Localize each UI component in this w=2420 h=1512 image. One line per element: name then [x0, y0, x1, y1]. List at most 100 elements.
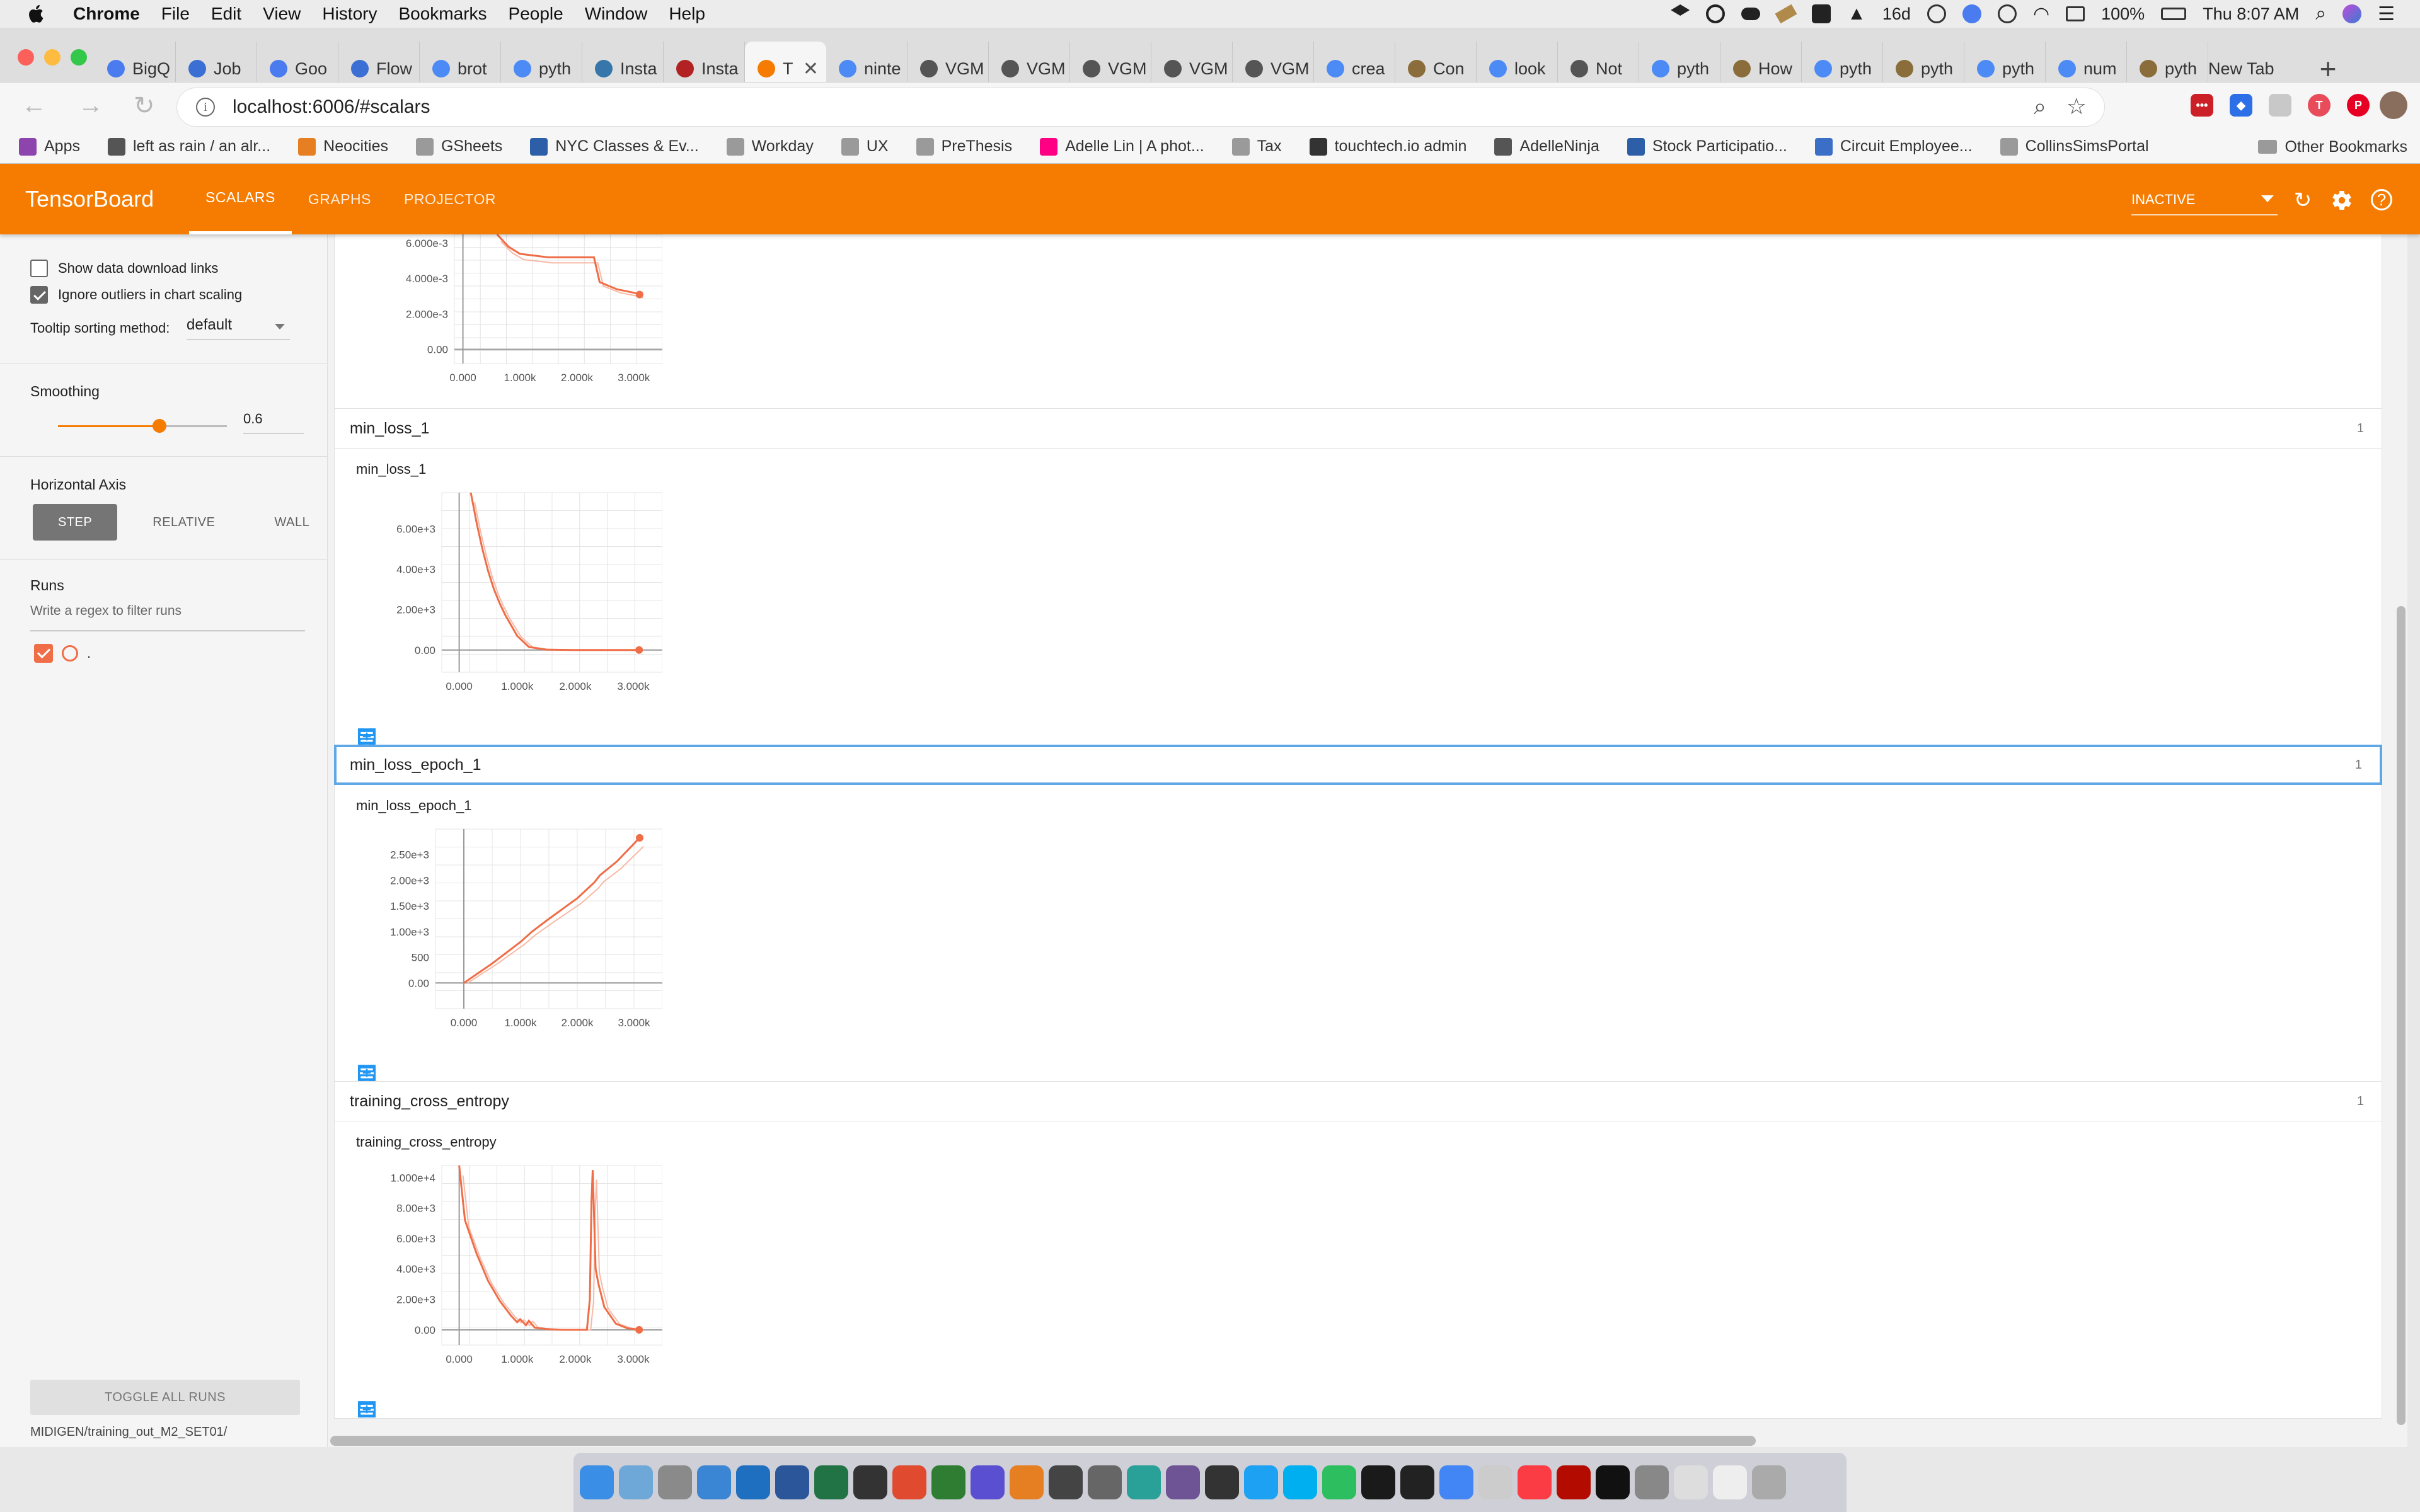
ignore-outliers-row[interactable]: Ignore outliers in chart scaling [30, 286, 242, 304]
line-chart[interactable]: 0.000 1.000k 2.000k 3.000k 0.00 2.00e+3 4.00e+… [347, 1153, 662, 1367]
bookmark-item[interactable]: GSheets [415, 137, 502, 156]
battery-icon[interactable] [2161, 8, 2187, 20]
ignore-outliers-checkbox[interactable] [30, 286, 48, 304]
bookmark-item[interactable]: CollinsSimsPortal [2000, 137, 2149, 156]
airplay-icon[interactable] [2066, 6, 2085, 21]
run-item[interactable]: . [34, 644, 91, 663]
show-download-links-row[interactable]: Show data download links [30, 260, 218, 277]
downloads-icon[interactable] [1713, 1465, 1747, 1499]
menu-history[interactable]: History [322, 4, 377, 24]
dropbox-icon[interactable] [1671, 4, 1690, 16]
pinterest-extension-icon[interactable]: P [2347, 94, 2370, 117]
finder-icon[interactable] [580, 1465, 614, 1499]
eraser-icon[interactable] [1775, 4, 1797, 24]
dropbox-extension-icon[interactable]: ◆ [2230, 94, 2252, 117]
smoothing-slider[interactable] [58, 419, 227, 433]
runs-filter-input[interactable]: Write a regex to filter runs [30, 604, 305, 631]
ghostery-extension-icon[interactable] [2269, 94, 2291, 117]
excel-icon[interactable] [814, 1465, 848, 1499]
reload-button[interactable]: ↻ [134, 91, 155, 120]
notion-icon[interactable] [1596, 1465, 1630, 1499]
bookmark-item[interactable]: Apps [19, 137, 80, 156]
itunes-icon[interactable] [1518, 1465, 1552, 1499]
settings-gear-icon[interactable] [2331, 189, 2353, 212]
siri-icon[interactable] [2342, 4, 2362, 23]
terminal-icon[interactable] [1400, 1465, 1434, 1499]
live-icon[interactable] [1205, 1465, 1239, 1499]
bookmark-item[interactable]: Circuit Employee... [1814, 137, 1973, 156]
globe-icon[interactable] [1962, 4, 1981, 23]
group-header-min-loss-1[interactable]: min_loss_1 1 [334, 408, 2382, 449]
bookmark-item[interactable]: left as rain / an alr... [107, 137, 270, 156]
reload-data-icon[interactable]: ↻ [2291, 189, 2314, 212]
vertical-scroll-thumb[interactable] [2397, 606, 2406, 1425]
safari-icon[interactable] [697, 1465, 731, 1499]
launchpad-icon[interactable] [619, 1465, 653, 1499]
acrobat-icon[interactable] [1557, 1465, 1591, 1499]
tumblr-extension-icon[interactable]: T [2308, 94, 2331, 117]
bookmark-item[interactable]: touchtech.io admin [1309, 137, 1466, 156]
smoothing-slider-handle[interactable] [152, 419, 166, 433]
group-header-training-cross-entropy[interactable]: training_cross_entropy 1 [334, 1081, 2382, 1121]
fit-domain-icon[interactable] [357, 1400, 376, 1419]
quicktime-icon[interactable] [1244, 1465, 1278, 1499]
line-chart[interactable]: 0.000 1.000k 2.000k 3.000k 0.00 2.000e-3 4.000… [347, 234, 662, 387]
address-bar[interactable]: i localhost:6006/#scalars ⌕ ☆ [176, 88, 2105, 127]
menu-window[interactable]: Window [585, 4, 648, 24]
address-url[interactable]: localhost:6006/#scalars [233, 96, 430, 118]
evernote-icon[interactable] [1322, 1465, 1356, 1499]
cloud-icon[interactable] [1741, 8, 1761, 20]
bookmark-item[interactable]: AdelleNinja [1494, 137, 1599, 156]
app-square-icon[interactable] [1812, 4, 1831, 23]
activity-icon[interactable] [931, 1465, 965, 1499]
horizontal-scrollbar[interactable] [328, 1433, 2407, 1447]
bookmark-item[interactable]: PreThesis [916, 137, 1012, 156]
menu-app-name[interactable]: Chrome [73, 4, 140, 24]
menu-help[interactable]: Help [669, 4, 705, 24]
bookmark-item[interactable]: Adelle Lin | A phot... [1040, 137, 1204, 156]
system-preferences-icon[interactable] [658, 1465, 692, 1499]
tab-projector[interactable]: PROJECTOR [388, 164, 512, 234]
chrome-icon[interactable] [1439, 1465, 1473, 1499]
tooltip-sorting-select[interactable]: default [187, 316, 290, 340]
fit-domain-icon[interactable] [357, 1063, 376, 1082]
documents-icon[interactable] [1674, 1465, 1708, 1499]
line-chart[interactable]: 0.000 1.000k 2.000k 3.000k 0.00 2.00e+3 4.00e+… [347, 480, 662, 694]
smoothing-value-input[interactable]: 0.6 [243, 411, 304, 433]
outlook-icon[interactable] [736, 1465, 770, 1499]
line-chart[interactable]: 0.000 1.000k 2.000k 3.000k 0.00 500 1.00e+3 1.5… [347, 816, 662, 1031]
bookmark-item[interactable]: Tax [1231, 137, 1282, 156]
bookmark-item[interactable]: Stock Participatio... [1627, 137, 1787, 156]
wifi-icon[interactable]: ◠ [2033, 3, 2049, 25]
tensorboard-brand[interactable]: TensorBoard [25, 186, 154, 212]
run-checkbox[interactable] [34, 644, 53, 663]
fit-domain-icon[interactable] [357, 727, 376, 746]
vlc-icon[interactable] [1010, 1465, 1044, 1499]
tab-close-icon[interactable]: ✕ [803, 58, 819, 80]
tab-graphs[interactable]: GRAPHS [292, 164, 388, 234]
forward-button[interactable]: → [78, 91, 103, 120]
menu-file[interactable]: File [161, 4, 190, 24]
atom-icon[interactable] [1166, 1465, 1200, 1499]
site-info-icon[interactable]: i [196, 98, 215, 117]
lastpass-extension-icon[interactable]: ••• [2191, 94, 2213, 117]
git-icon[interactable] [892, 1465, 926, 1499]
clock-app-icon[interactable] [1049, 1465, 1083, 1499]
bookmark-item[interactable]: Neocities [298, 137, 388, 156]
word-icon[interactable] [775, 1465, 809, 1499]
back-button[interactable]: ← [21, 91, 47, 120]
apple-icon[interactable] [25, 3, 48, 25]
creative-cloud-icon[interactable] [1706, 4, 1726, 23]
bookmark-item[interactable]: UX [841, 137, 889, 156]
textedit-icon[interactable] [1478, 1465, 1512, 1499]
clock-text[interactable]: Thu 8:07 AM [2203, 4, 2299, 24]
other-bookmarks[interactable]: Other Bookmarks [2258, 130, 2407, 164]
vpn-icon[interactable] [1927, 4, 1946, 23]
help-icon[interactable]: ? [2371, 189, 2392, 210]
bookmark-item[interactable]: NYC Classes & Ev... [530, 137, 699, 156]
trash-icon[interactable] [1752, 1465, 1786, 1499]
minimize-window-button[interactable] [44, 49, 60, 66]
menu-edit[interactable]: Edit [211, 4, 241, 24]
finder-doc-icon[interactable] [1088, 1465, 1122, 1499]
bookmark-item[interactable]: Workday [726, 137, 814, 156]
